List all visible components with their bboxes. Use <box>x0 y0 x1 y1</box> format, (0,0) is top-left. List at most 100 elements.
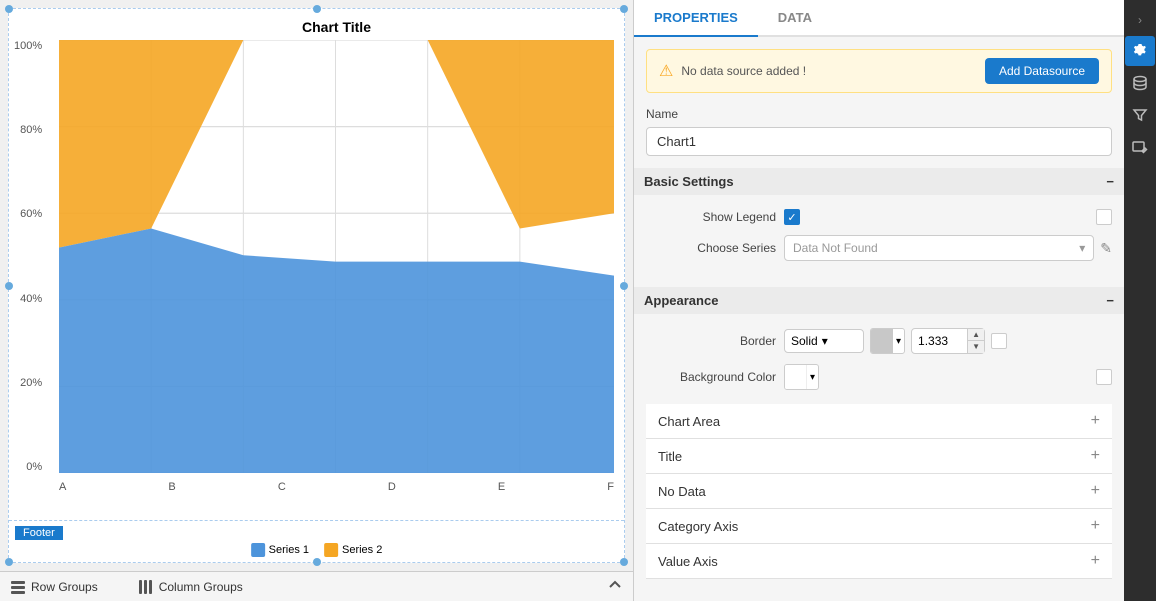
show-legend-value <box>784 209 1112 225</box>
title-expand-icon: + <box>1091 447 1100 465</box>
sidebar-image-edit-button[interactable] <box>1125 132 1155 162</box>
row-groups-label: Row Groups <box>31 580 98 594</box>
appearance-content: Border Solid ▾ ▾ <box>646 324 1112 404</box>
right-sidebar: › <box>1124 0 1156 601</box>
bg-color-swatch[interactable]: ▾ <box>784 364 819 390</box>
row-groups-item[interactable]: Row Groups <box>10 579 98 595</box>
column-groups-label: Column Groups <box>159 580 243 594</box>
legend-label-series2: Series 2 <box>342 544 382 556</box>
choose-series-label: Choose Series <box>646 241 776 255</box>
chart-area-expand-icon: + <box>1091 412 1100 430</box>
legend-label-series1: Series 1 <box>269 544 309 556</box>
bg-color-checkbox[interactable] <box>1096 369 1112 385</box>
tab-properties[interactable]: PROPERTIES <box>634 0 758 37</box>
chart-inner: Chart Title 100% 80% 60% 40% 20% 0% <box>9 9 624 562</box>
choose-series-value: Data Not Found ▾ ✎ <box>784 235 1112 261</box>
sidebar-expand-button[interactable]: › <box>1125 4 1155 34</box>
basic-settings-label: Basic Settings <box>644 174 734 189</box>
category-axis-label: Category Axis <box>658 519 738 534</box>
border-row: Border Solid ▾ ▾ <box>646 328 1112 354</box>
no-data-label: No Data <box>658 484 706 499</box>
border-width-up[interactable]: ▲ <box>968 329 984 341</box>
border-width-field[interactable] <box>912 330 967 352</box>
basic-settings-header[interactable]: Basic Settings − <box>634 168 1124 195</box>
chart-plot: 100% 80% 60% 40% 20% 0% <box>59 40 614 473</box>
column-groups-item[interactable]: Column Groups <box>138 579 243 595</box>
x-axis-labels: A B C D E F <box>59 481 614 493</box>
title-label: Title <box>658 449 682 464</box>
appearance-header[interactable]: Appearance − <box>634 287 1124 314</box>
value-axis-section: Value Axis + <box>646 544 1112 579</box>
bg-color-row: Background Color ▾ <box>646 364 1112 390</box>
chart-area-section: Chart Area + <box>646 404 1112 439</box>
appearance-collapse-icon: − <box>1106 293 1114 308</box>
category-axis-header[interactable]: Category Axis + <box>646 509 1112 543</box>
legend-item-series1: Series 1 <box>251 543 309 557</box>
chart-area-header[interactable]: Chart Area + <box>646 404 1112 438</box>
database-icon <box>1132 75 1148 91</box>
value-axis-expand-icon: + <box>1091 552 1100 570</box>
border-width-input[interactable]: ▲ ▼ <box>911 328 985 354</box>
gear-icon <box>1132 43 1148 59</box>
edit-series-icon[interactable]: ✎ <box>1100 240 1112 257</box>
collapse-button[interactable] <box>607 577 623 596</box>
choose-series-placeholder: Data Not Found <box>793 241 878 255</box>
no-data-section: No Data + <box>646 474 1112 509</box>
warning-icon: ⚠ <box>659 61 673 81</box>
filter-icon <box>1132 107 1148 123</box>
chart-svg <box>59 40 614 473</box>
collapse-icon <box>607 577 623 593</box>
border-style-value: Solid <box>791 334 818 348</box>
border-color-swatch[interactable]: ▾ <box>870 328 905 354</box>
border-checkbox[interactable] <box>991 333 1007 349</box>
sidebar-settings-button[interactable] <box>1125 36 1155 66</box>
no-data-header[interactable]: No Data + <box>646 474 1112 508</box>
border-style-select[interactable]: Solid ▾ <box>784 329 864 353</box>
basic-settings-collapse-icon: − <box>1106 174 1114 189</box>
chart-area-label: Chart Area <box>658 414 720 429</box>
show-legend-label: Show Legend <box>646 210 776 224</box>
chart-frame: Chart Title 100% 80% 60% 40% 20% 0% <box>8 8 625 563</box>
sidebar-filter-button[interactable] <box>1125 100 1155 130</box>
border-width-down[interactable]: ▼ <box>968 341 984 353</box>
no-data-expand-icon: + <box>1091 482 1100 500</box>
sidebar-database-button[interactable] <box>1125 68 1155 98</box>
category-axis-section: Category Axis + <box>646 509 1112 544</box>
border-label: Border <box>646 334 776 348</box>
right-panel: PROPERTIES DATA ⚠ No data source added !… <box>634 0 1124 601</box>
name-label: Name <box>646 107 1112 121</box>
warning-banner: ⚠ No data source added ! Add Datasource <box>646 49 1112 93</box>
appearance-section: Appearance − Border Solid ▾ <box>646 287 1112 404</box>
bottom-panel: Row Groups Column Groups <box>0 571 633 601</box>
show-legend-row: Show Legend <box>646 209 1112 225</box>
column-groups-icon <box>138 579 154 595</box>
basic-settings-content: Show Legend Choose Series Data Not Foun <box>646 205 1112 275</box>
image-edit-icon <box>1132 139 1148 155</box>
appearance-label: Appearance <box>644 293 718 308</box>
value-axis-header[interactable]: Value Axis + <box>646 544 1112 578</box>
value-axis-label: Value Axis <box>658 554 718 569</box>
show-legend-checkbox2[interactable] <box>1096 209 1112 225</box>
panel-content: ⚠ No data source added ! Add Datasource … <box>634 37 1124 601</box>
category-axis-expand-icon: + <box>1091 517 1100 535</box>
bg-color-value: ▾ <box>784 364 1112 390</box>
add-datasource-button[interactable]: Add Datasource <box>985 58 1099 84</box>
legend-color-series1 <box>251 543 265 557</box>
bg-color-label: Background Color <box>646 370 776 384</box>
name-input[interactable] <box>646 127 1112 156</box>
choose-series-row: Choose Series Data Not Found ▾ ✎ <box>646 235 1112 261</box>
border-value: Solid ▾ ▾ ▲ ▼ <box>784 328 1112 354</box>
chart-legend: Series 1 Series 2 <box>251 543 383 557</box>
show-legend-checkbox[interactable] <box>784 209 800 225</box>
warning-text: No data source added ! <box>681 64 977 78</box>
y-axis-labels: 100% 80% 60% 40% 20% 0% <box>14 40 42 473</box>
title-header[interactable]: Title + <box>646 439 1112 473</box>
legend-item-series2: Series 2 <box>324 543 382 557</box>
tabs-header: PROPERTIES DATA <box>634 0 1124 37</box>
collapsible-sections: Chart Area + Title + No Data + <box>646 404 1112 579</box>
chart-footer-label: Footer <box>15 526 63 540</box>
tab-data[interactable]: DATA <box>758 0 832 37</box>
legend-color-series2 <box>324 543 338 557</box>
choose-series-select[interactable]: Data Not Found ▾ <box>784 235 1094 261</box>
basic-settings-section: Basic Settings − Show Legend <box>646 168 1112 275</box>
